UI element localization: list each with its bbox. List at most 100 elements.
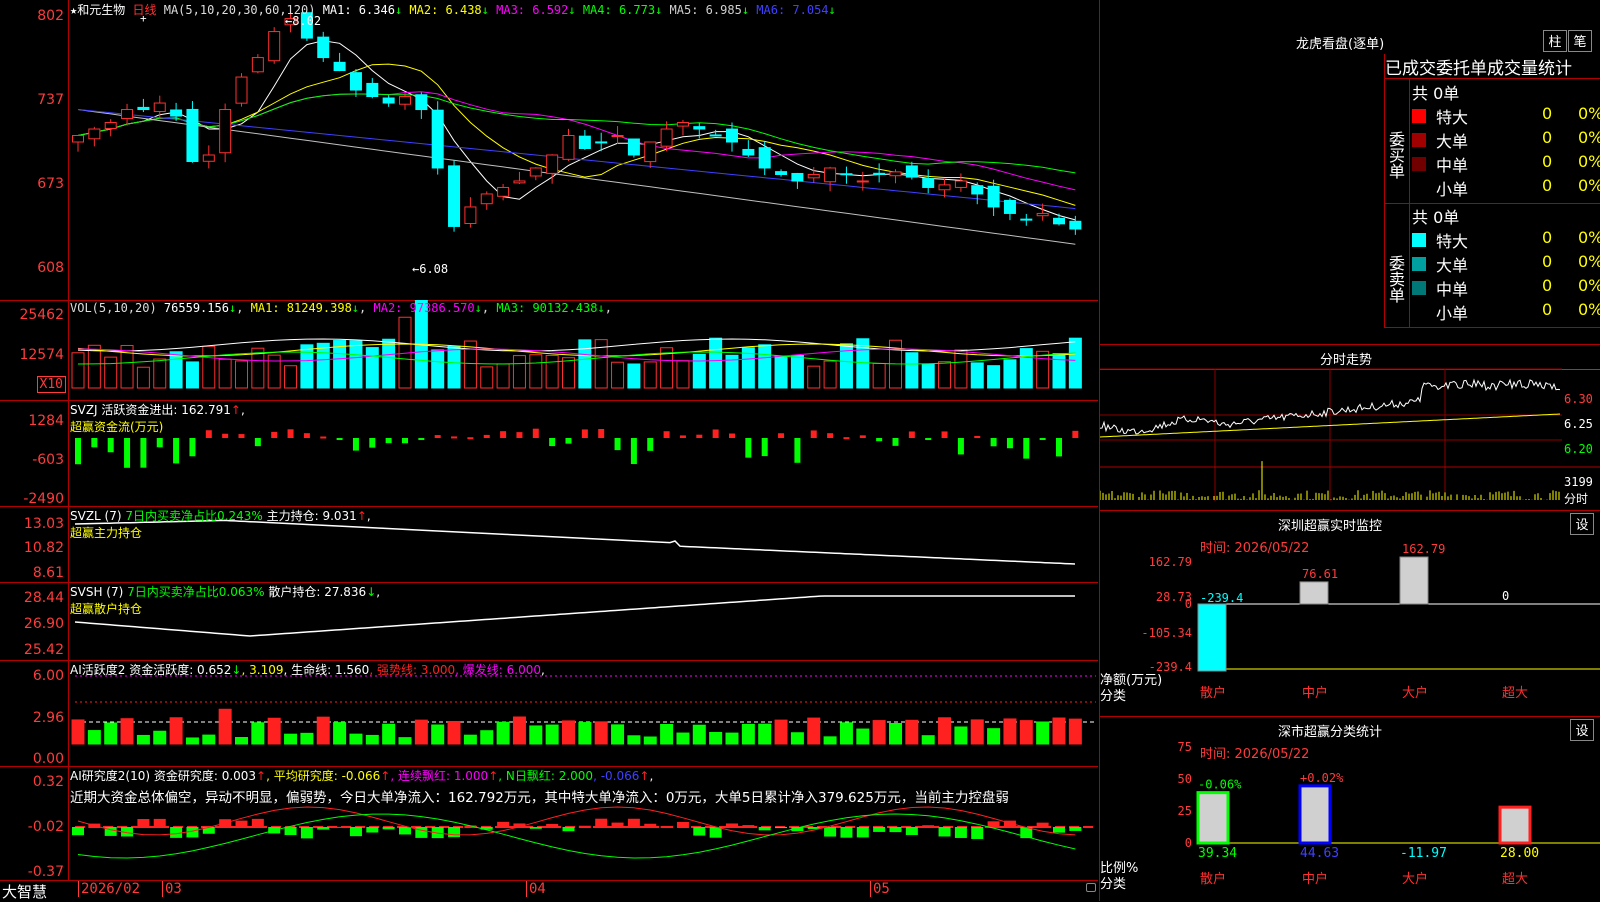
fund-flow-bar — [156, 438, 163, 448]
volume-panel[interactable]: 25462 12574 X10 VOL(5,10,20) 76559.156 ↓,… — [0, 300, 1098, 401]
category-label: 散户 — [1200, 871, 1226, 887]
lock-icon[interactable] — [1086, 883, 1096, 892]
svzj-axis: 1284 -603 -2490 — [0, 400, 69, 507]
research-bar — [840, 827, 853, 838]
legend-swatch — [1412, 305, 1426, 319]
fund-flow-bar — [434, 435, 441, 438]
volume-legend-item: VOL(5,10,20) — [70, 301, 157, 315]
volume-arrow: ↓ — [474, 301, 482, 315]
svsh-panel[interactable]: 28.44 26.90 25.42 SVSH (7) 7日内买卖净占比0.063… — [0, 582, 1098, 661]
candle-body — [840, 173, 853, 176]
sz-monitor-chart[interactable]: 162.7928.730-105.34-239.4-239.4散户76.61中户… — [1100, 511, 1600, 717]
sz-classify-tick: 50 — [1178, 772, 1192, 786]
activity-bar — [758, 723, 772, 745]
chart-mode-tick-button[interactable]: 笔 — [1568, 30, 1592, 52]
research-bar — [856, 827, 869, 838]
candle-body — [1020, 218, 1033, 221]
ma-value-5: MA5: 6.985 — [662, 3, 742, 17]
order-name: 小单 — [1436, 180, 1469, 199]
ai-research-tick: -0.37 — [27, 864, 64, 880]
intraday-panel[interactable]: 分时走势 6.30 6.25 6.20 3199 分时 — [1099, 344, 1600, 511]
candle-body — [464, 206, 477, 224]
ma-value-6: MA6: 7.054 — [749, 3, 829, 17]
candle-body — [235, 76, 248, 104]
ratio-change: +0.02% — [1300, 771, 1344, 785]
ratio-bar — [1196, 791, 1230, 845]
crosshair-icon: + — [140, 12, 147, 25]
fund-flow-bar — [565, 438, 572, 444]
ai-research-legend-item: ↑ — [256, 769, 267, 783]
volume-bar — [284, 365, 298, 389]
volume-chart[interactable] — [0, 300, 1098, 400]
activity-bar — [87, 730, 101, 745]
svzl-panel[interactable]: 13.03 10.82 8.61 SVZL (7) 7日内买卖净占比0.243%… — [0, 506, 1098, 583]
candlestick-chart[interactable] — [0, 0, 1098, 300]
chart-mode-bar-button[interactable]: 柱 — [1543, 30, 1567, 52]
ma-legend: ★和元生物 日线 MA(5,10,20,30,60,120) MA1: 6.34… — [70, 1, 836, 18]
research-bar — [317, 827, 330, 830]
research-bar — [905, 827, 918, 835]
volume-bar — [349, 340, 363, 389]
ai-research-tick: -0.02 — [27, 819, 64, 835]
sz-monitor-x-label: 分类 — [1100, 689, 1127, 704]
candle-body — [88, 128, 101, 140]
activity-bar — [333, 722, 347, 745]
candlestick-panel[interactable]: 802 737 673 608 ★和元生物 日线 MA(5,10,20,30,6… — [0, 0, 1098, 301]
activity-bar — [382, 723, 396, 745]
intraday-price-mid: 6.25 — [1564, 417, 1593, 431]
intraday-chart[interactable] — [1100, 345, 1600, 511]
activity-bar — [594, 721, 608, 745]
volume-bar — [365, 347, 379, 389]
fund-flow-bar — [598, 428, 605, 438]
volume-arrow: ↓ — [351, 301, 360, 315]
research-bar — [873, 827, 886, 832]
svsh-tick: 28.44 — [23, 590, 64, 606]
sz-classify-panel[interactable]: 深市超赢分类统计 设 时间: 2026/05/22 75 50 25 0 -0.06% 3… — [1099, 716, 1600, 901]
volume-bar — [136, 366, 150, 389]
fund-flow-bar — [532, 428, 539, 438]
volume-bar — [480, 366, 494, 389]
candle-body — [153, 102, 166, 112]
activity-bar — [1003, 718, 1017, 745]
order-pct: 0% — [1578, 300, 1600, 319]
activity-bar — [856, 728, 870, 745]
sz-classify-chart[interactable]: 75 50 25 0 -0.06% 39.34 散户 +0.02% 44.63 中户 -11.97 大… — [1100, 717, 1600, 901]
candle-body — [415, 94, 428, 111]
volume-bar — [872, 362, 886, 389]
volume-tick: 25462 — [19, 307, 64, 323]
svsh-tick: 25.42 — [23, 642, 64, 658]
order-size-row: 小单 0 0% — [1412, 300, 1600, 323]
volume-legend-item: 76559.156 — [156, 301, 229, 315]
activity-bar — [627, 735, 641, 745]
research-bar — [954, 827, 967, 838]
price-tick: 673 — [37, 176, 64, 192]
stock-name[interactable]: 和元生物 — [77, 3, 125, 17]
svzj-panel[interactable]: 1284 -603 -2490 SVZJ 活跃资金进出: 162.791↑, 超… — [0, 400, 1098, 507]
volume-bar — [218, 358, 232, 389]
ai-activity-panel[interactable]: 6.00 2.96 0.00 AI活跃度2 资金活跃度: 0.652↓, 3.1… — [0, 660, 1098, 767]
fund-flow-bar — [75, 438, 81, 465]
volume-bar — [970, 362, 984, 389]
fund-flow-bar — [859, 435, 866, 438]
fund-flow-bar — [352, 438, 359, 451]
activity-bar — [251, 722, 265, 745]
candle-body — [873, 172, 886, 175]
app-logo[interactable]: 大智慧 — [2, 881, 47, 902]
candle-body — [578, 135, 591, 149]
sz-classify-tick: 25 — [1178, 804, 1192, 818]
candle-body — [1003, 199, 1016, 214]
sz-monitor-panel[interactable]: 深圳超赢实时监控 设 时间: 2026/05/22 162.79 28.73 0 -1… — [1099, 510, 1600, 717]
activity-bar — [300, 732, 314, 745]
ai-research-panel[interactable]: 0.32 -0.02 -0.37 AI研究度2(10) 资金研究度: 0.003… — [0, 766, 1098, 881]
ratio-value: 28.00 — [1500, 846, 1539, 861]
fund-flow-bar — [336, 438, 343, 440]
candle-body — [366, 82, 379, 98]
activity-bar — [562, 720, 575, 745]
volume-bar — [758, 344, 772, 389]
volume-unit: X10 — [36, 376, 66, 393]
ma-arrow: ↓ — [828, 3, 836, 17]
ai-activity-axis: 6.00 2.96 0.00 — [0, 660, 69, 767]
activity-bar — [284, 733, 298, 745]
candle-body — [382, 97, 395, 104]
candle-body — [954, 180, 967, 188]
